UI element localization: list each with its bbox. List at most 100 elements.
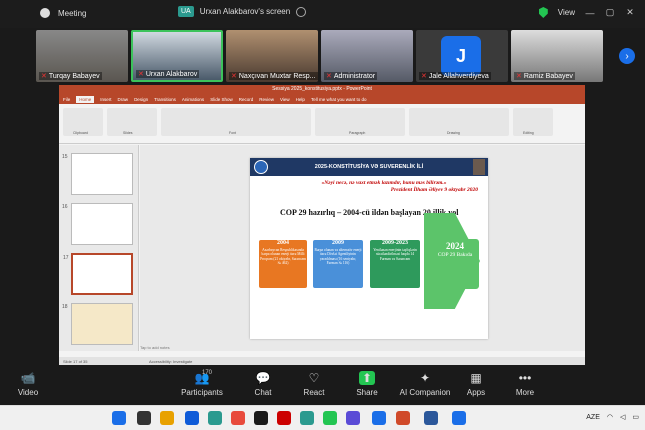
ppt-menu-item: Home xyxy=(76,95,95,103)
state-emblem-icon xyxy=(254,160,268,174)
participant-gallery: ✕ Turqay Babayev ✕ Urxan Alakbarov ✕ Naxçıv… xyxy=(0,28,645,83)
ppt-menu-item: Help xyxy=(295,96,305,102)
video-button[interactable]: 📹 Video xyxy=(3,371,53,397)
ppt-status-bar: Slide 17 of 35 Accessibility: Investigat… xyxy=(59,357,585,365)
muted-mic-icon: ✕ xyxy=(41,73,47,80)
zoom-icon[interactable] xyxy=(424,411,438,425)
participant-name: ✕ Turqay Babayev xyxy=(39,72,102,80)
ppt-menu-item: Animations xyxy=(181,96,205,102)
slide-canvas: 2025-KONSTİTUSİYA VƏ SUVERENLİK İLİ «Nəy… xyxy=(140,145,585,351)
app-title: Meeting xyxy=(40,8,86,18)
close-button[interactable]: ✕ xyxy=(625,7,635,18)
participant-tile[interactable]: ✕ Urxan Alakbarov xyxy=(131,30,223,82)
ppt-menu-item: Draw xyxy=(117,96,129,102)
battery-icon[interactable]: ▭ xyxy=(632,413,639,421)
chat-button[interactable]: 💬 Chat xyxy=(238,371,288,397)
ribbon-group: Font xyxy=(161,108,311,136)
react-button[interactable]: ♡ React xyxy=(289,371,339,397)
apps-grid-icon: ▦ xyxy=(470,371,482,385)
ellipsis-icon: ••• xyxy=(518,371,532,385)
participant-tile[interactable]: J ✕ Jale Allahverdiyeva xyxy=(416,30,508,82)
maximize-button[interactable]: ▢ xyxy=(605,7,615,18)
accessibility-status: Accessibility: Investigate xyxy=(149,359,193,364)
window-controls: View — ▢ ✕ xyxy=(538,7,635,18)
windows-taskbar: AZE ◠ ◁ ▭ xyxy=(0,405,645,430)
chrome-icon[interactable] xyxy=(277,411,291,425)
more-button[interactable]: ••• More xyxy=(500,371,550,397)
sparkle-icon: ✦ xyxy=(419,371,431,385)
ppt-menu-item: Insert xyxy=(100,96,112,102)
language-indicator[interactable]: AZE xyxy=(586,414,600,421)
timeline-box-2009: 2009 Bərpa olunan və alternativ enerji üz… xyxy=(312,239,364,289)
timeline-box-2004: 2004 Azərbaycan Respublikasında bərpa olu… xyxy=(258,239,308,289)
muted-mic-icon: ✕ xyxy=(138,71,144,78)
zoom-logo-icon xyxy=(40,8,50,18)
file-explorer-icon[interactable] xyxy=(231,411,245,425)
chat-icon: 💬 xyxy=(255,371,271,385)
copilot-icon[interactable] xyxy=(185,411,199,425)
ribbon-group: Slides xyxy=(107,108,157,136)
muted-mic-icon: ✕ xyxy=(421,73,427,80)
view-button[interactable]: View xyxy=(558,8,575,17)
ribbon-group: Paragraph xyxy=(315,108,405,136)
shared-screen: Sessiya 2025_konstitusiya.pptx - PowerPo… xyxy=(59,85,585,365)
ppt-ribbon: Clipboard Slides Font Paragraph Drawing … xyxy=(59,104,585,144)
share-title: Urxan Alakbarov's screen xyxy=(199,7,291,16)
participant-tile[interactable]: ✕ Naxçıvan Muxtar Resp... xyxy=(226,30,318,82)
ppt-menu-item: File xyxy=(63,96,71,102)
participant-name: ✕ Naxçıvan Muxtar Resp... xyxy=(229,72,318,80)
participants-button[interactable]: 👥 170 Participants xyxy=(172,370,232,397)
security-shield-icon[interactable] xyxy=(538,7,548,18)
app-icon[interactable] xyxy=(323,411,337,425)
participant-tile[interactable]: ✕ Ramiz Babayev xyxy=(511,30,603,82)
ai-companion-button[interactable]: ✦ AI Companion xyxy=(394,371,456,397)
ribbon-group: Editing xyxy=(513,108,553,136)
slide-thumbnail: 16 xyxy=(62,203,133,245)
participant-name: ✕ Jale Allahverdiyeva xyxy=(419,72,491,80)
slide-thumbnail: 18 xyxy=(62,303,133,345)
gallery-next-button[interactable]: › xyxy=(619,48,635,64)
app-name: Meeting xyxy=(58,8,87,18)
ppt-search: Tell me what you want to do xyxy=(310,96,367,102)
start-icon[interactable] xyxy=(112,411,126,425)
search-icon[interactable] xyxy=(137,411,151,425)
meeting-toolbar: 📹 Video 👥 170 Participants 💬 Chat ♡ Reac… xyxy=(0,368,645,405)
ppt-window-title: Sessiya 2025_konstitusiya.pptx - PowerPo… xyxy=(59,85,585,94)
ppt-menu-bar: File Home Insert Draw Design Transitions… xyxy=(59,94,585,104)
share-options-icon[interactable] xyxy=(296,6,307,17)
ppt-menu-item: Record xyxy=(238,96,254,102)
slide-quote: «Nəyi necə, nə vaxt etmək lazımdır, bunu… xyxy=(321,180,478,193)
whatsapp-icon[interactable] xyxy=(372,411,386,425)
word-icon[interactable] xyxy=(452,411,466,425)
slide-counter: Slide 17 of 35 xyxy=(63,359,88,364)
app-icon[interactable] xyxy=(300,411,314,425)
ppt-menu-item: Transitions xyxy=(154,96,176,102)
zoom-title-bar: Meeting UA Urxan Alakbarov's screen View… xyxy=(0,0,645,28)
apps-button[interactable]: ▦ Apps xyxy=(451,371,501,397)
task-view-icon[interactable] xyxy=(160,411,174,425)
volume-icon[interactable]: ◁ xyxy=(620,413,625,421)
participant-tile[interactable]: ✕ Administrator xyxy=(321,30,413,82)
app-icon[interactable] xyxy=(396,411,410,425)
ppt-menu-item: Design xyxy=(134,96,149,102)
slide-thumbnail: 15 xyxy=(62,153,133,195)
notes-pane: Tap to add notes xyxy=(140,345,170,350)
participant-name: ✕ Ramiz Babayev xyxy=(514,72,575,80)
share-button[interactable]: ⬆ Share xyxy=(342,371,392,397)
slide-header: 2025-KONSTİTUSİYA VƏ SUVERENLİK İLİ xyxy=(250,158,488,176)
current-slide: 2025-KONSTİTUSİYA VƏ SUVERENLİK İLİ «Nəy… xyxy=(250,158,488,339)
slide-thumbnail-selected: 17 xyxy=(63,253,133,295)
app-icon[interactable] xyxy=(346,411,360,425)
teams-icon[interactable] xyxy=(208,411,222,425)
wifi-icon[interactable]: ◠ xyxy=(607,413,613,421)
screen-share-indicator[interactable]: UA Urxan Alakbarov's screen xyxy=(178,6,307,17)
ribbon-group: Drawing xyxy=(409,108,509,136)
ppt-menu-item: Slide Show xyxy=(210,96,233,102)
edge-icon[interactable] xyxy=(254,411,268,425)
participant-name: ✕ Administrator xyxy=(324,72,378,80)
muted-mic-icon: ✕ xyxy=(516,73,522,80)
participant-count: 170 xyxy=(202,370,213,376)
participant-tile[interactable]: ✕ Turqay Babayev xyxy=(36,30,128,82)
minimize-button[interactable]: — xyxy=(585,8,595,18)
ppt-menu-item: Review xyxy=(259,96,274,102)
